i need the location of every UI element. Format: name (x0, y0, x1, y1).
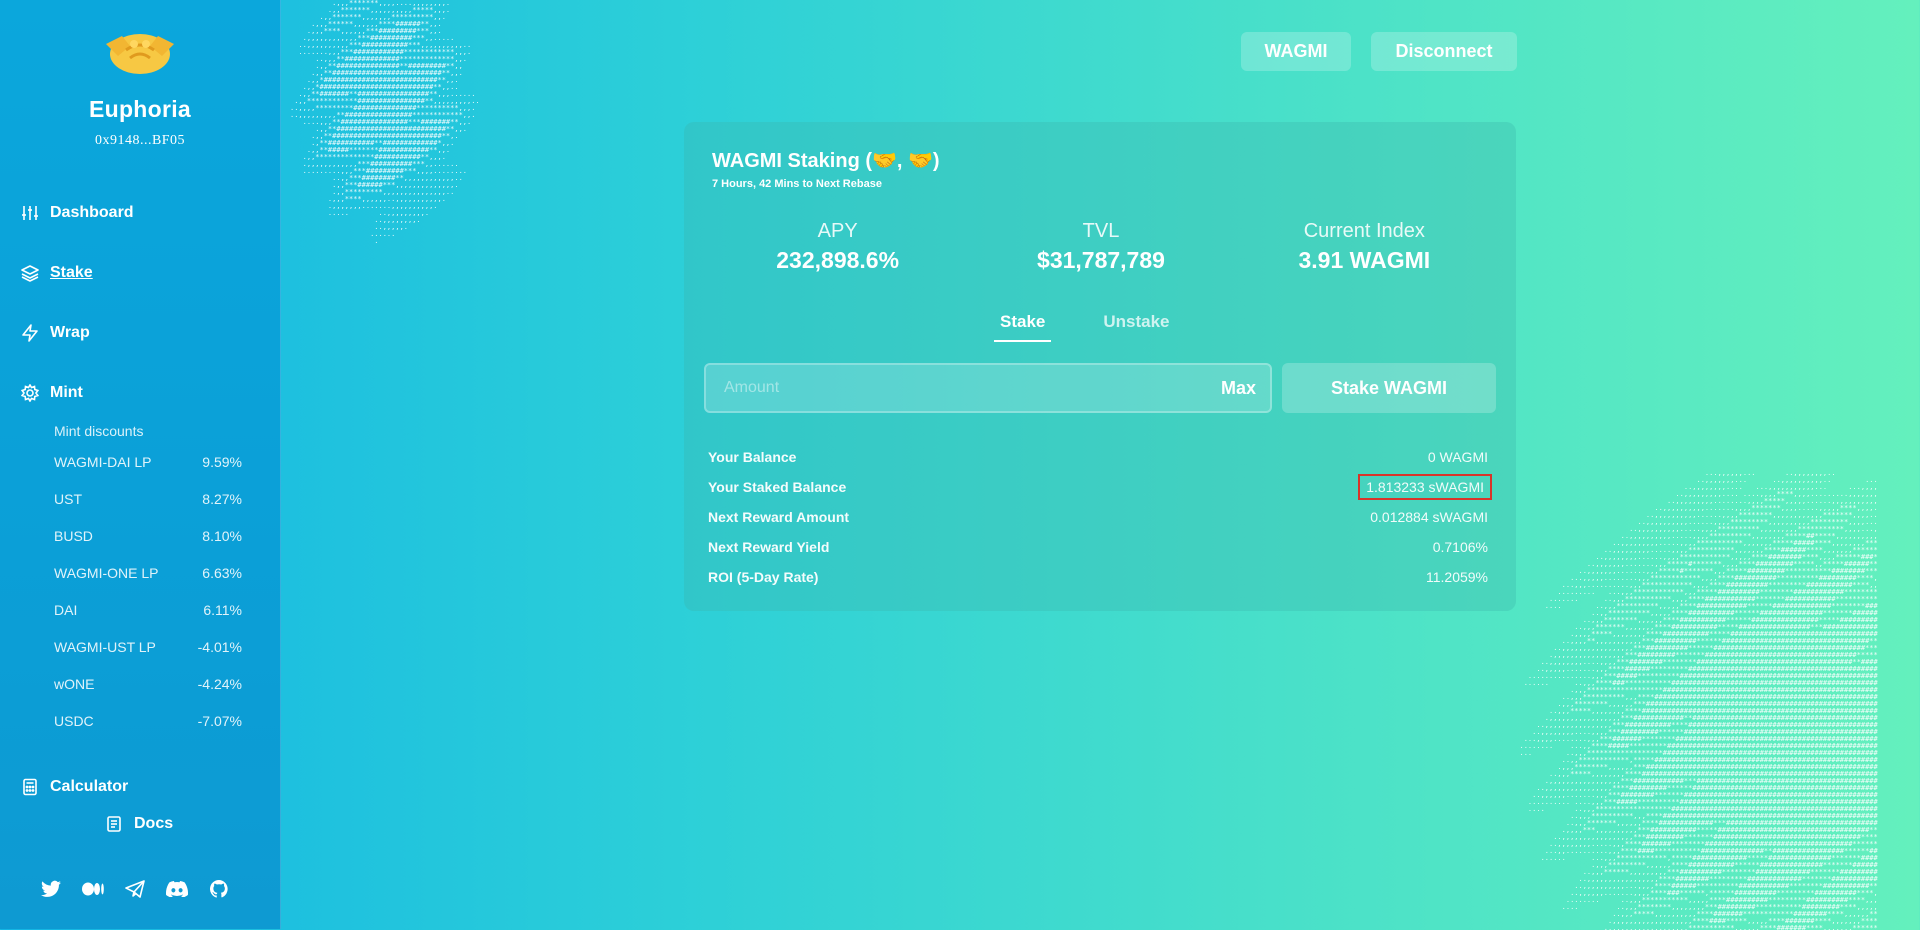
info-label: ROI (5-Day Rate) (708, 569, 819, 585)
medium-icon[interactable] (82, 878, 104, 900)
nav-item-wrap[interactable]: Wrap (20, 318, 265, 348)
mint-discounts-list: Mint discounts WAGMI-DAI LP 9.59% UST 8.… (54, 418, 242, 740)
mint-item-rate: 6.63% (202, 565, 242, 581)
info-row: Next Reward Yield 0.7106% (708, 532, 1492, 562)
nav-item-dashboard[interactable]: Dashboard (20, 198, 265, 228)
nav-label-dashboard: Dashboard (50, 204, 134, 221)
mint-item-rate: 6.11% (203, 602, 242, 618)
mint-item-rate: -4.01% (197, 639, 242, 655)
social-links (40, 878, 230, 900)
info-row: Your Balance 0 WAGMI (708, 442, 1492, 472)
info-label: Your Balance (708, 449, 797, 465)
brand: Euphoria 0x9148...BF05 (0, 0, 280, 149)
nav-item-stake[interactable]: Stake (20, 258, 265, 288)
sliders-icon (20, 203, 40, 223)
stake-tabs: Stake Unstake (994, 312, 1170, 342)
mint-item[interactable]: WAGMI-UST LP -4.01% (54, 629, 242, 666)
info-row: Your Staked Balance 1.813233 sWAGMI (708, 472, 1492, 502)
info-value: 0.012884 sWAGMI (1370, 509, 1488, 525)
twitter-icon[interactable] (40, 878, 62, 900)
stat-apy: APY 232,898.6% (706, 220, 969, 274)
mint-item-rate: 8.10% (202, 528, 242, 544)
nav-item-calculator[interactable]: Calculator (20, 772, 128, 802)
telegram-icon[interactable] (124, 878, 146, 900)
info-row: ROI (5-Day Rate) 11.2059% (708, 562, 1492, 592)
nav-label-wrap: Wrap (50, 324, 90, 341)
ascii-art-decoration-top: .,,,*******,,,,....,,,,,,,,. .,,*******,… (290, 0, 480, 245)
disconnect-button[interactable]: Disconnect (1371, 32, 1517, 71)
mint-item-rate: 9.59% (202, 454, 242, 470)
info-label: Next Reward Yield (708, 539, 830, 555)
mint-item-rate: 8.27% (202, 491, 242, 507)
stat-value: 232,898.6% (776, 247, 900, 273)
layers-icon (20, 263, 40, 283)
mint-item[interactable]: wONE -4.24% (54, 666, 242, 703)
discord-icon[interactable] (166, 878, 188, 900)
mint-item-rate: -4.24% (197, 676, 242, 692)
info-label: Next Reward Amount (708, 509, 850, 525)
stat-current-index: Current Index 3.91 WAGMI (1233, 220, 1496, 274)
nav-label-docs: Docs (134, 815, 174, 832)
sidebar: Euphoria 0x9148...BF05 Dashboard Stake W… (0, 0, 281, 929)
mint-item-name: WAGMI-UST LP (54, 639, 156, 655)
mint-item-rate: -7.07% (197, 713, 242, 729)
stat-label: TVL (1082, 220, 1120, 242)
card-title: WAGMI Staking (🤝, 🤝) (712, 150, 940, 172)
lightning-icon (20, 323, 40, 343)
balance-info: Your Balance 0 WAGMI Your Staked Balance… (708, 442, 1492, 592)
stat-value: 3.91 WAGMI (1298, 247, 1431, 273)
mint-item[interactable]: WAGMI-DAI LP 9.59% (54, 444, 242, 481)
calculator-icon (20, 777, 40, 797)
mint-item[interactable]: DAI 6.11% (54, 592, 242, 629)
amount-input[interactable] (706, 364, 1221, 412)
mint-item-name: BUSD (54, 528, 93, 544)
wallet-address[interactable]: 0x9148...BF05 (0, 133, 280, 149)
staking-card: WAGMI Staking (🤝, 🤝) 7 Hours, 42 Mins to… (684, 122, 1516, 611)
mint-discounts-title: Mint discounts (54, 423, 144, 439)
mint-item-name: WAGMI-ONE LP (54, 565, 159, 581)
stat-label: APY (817, 220, 858, 242)
handshake-logo-icon (106, 34, 174, 74)
mint-item[interactable]: WAGMI-ONE LP 6.63% (54, 555, 242, 592)
mint-item[interactable]: USDC -7.07% (54, 703, 242, 740)
mint-item-name: wONE (54, 676, 95, 692)
amount-field: Max (704, 363, 1272, 413)
github-icon[interactable] (208, 878, 230, 900)
wagmi-token-button[interactable]: WAGMI (1241, 32, 1351, 71)
brand-name: Euphoria (88, 96, 192, 122)
info-value: 0.7106% (1432, 539, 1488, 555)
nav-label-mint: Mint (50, 384, 83, 401)
nav-label-stake: Stake (50, 264, 93, 281)
nav-label-calculator: Calculator (50, 778, 129, 795)
mint-item-name: DAI (54, 602, 78, 618)
gear-icon (20, 383, 40, 403)
max-button[interactable]: Max (1221, 378, 1256, 399)
document-icon (104, 814, 124, 834)
tab-unstake[interactable]: Unstake (1103, 312, 1169, 342)
info-value: 11.2059% (1425, 569, 1488, 585)
stat-value: $31,787,789 (1037, 247, 1165, 273)
nav-item-docs[interactable]: Docs (104, 814, 173, 834)
stats-row: APY 232,898.6% TVL $31,787,789 Current I… (706, 220, 1496, 274)
mint-item-name: UST (54, 491, 82, 507)
info-value: 0 WAGMI (1427, 449, 1488, 465)
tab-stake[interactable]: Stake (994, 312, 1052, 342)
nav-item-mint[interactable]: Mint (20, 378, 265, 408)
stake-wagmi-button[interactable]: Stake WAGMI (1282, 363, 1496, 413)
rebase-countdown: 7 Hours, 42 Mins to Next Rebase (712, 178, 882, 190)
ascii-art-decoration-bottom: ...,,,,,,... ..,,,,,,,,.. ..,,,,,,,... .… (1519, 470, 1878, 930)
mint-item-name: WAGMI-DAI LP (54, 454, 152, 470)
mint-item[interactable]: UST 8.27% (54, 481, 242, 518)
stat-label: Current Index (1303, 220, 1425, 242)
info-row: Next Reward Amount 0.012884 sWAGMI (708, 502, 1492, 532)
mint-item[interactable]: BUSD 8.10% (54, 518, 242, 555)
mint-item-name: USDC (54, 713, 94, 729)
staked-balance-value: 1.813233 sWAGMI (1358, 474, 1492, 500)
stat-tvl: TVL $31,787,789 (969, 220, 1232, 274)
main-nav: Dashboard Stake Wrap Mint (20, 198, 265, 408)
info-label: Your Staked Balance (708, 479, 847, 495)
